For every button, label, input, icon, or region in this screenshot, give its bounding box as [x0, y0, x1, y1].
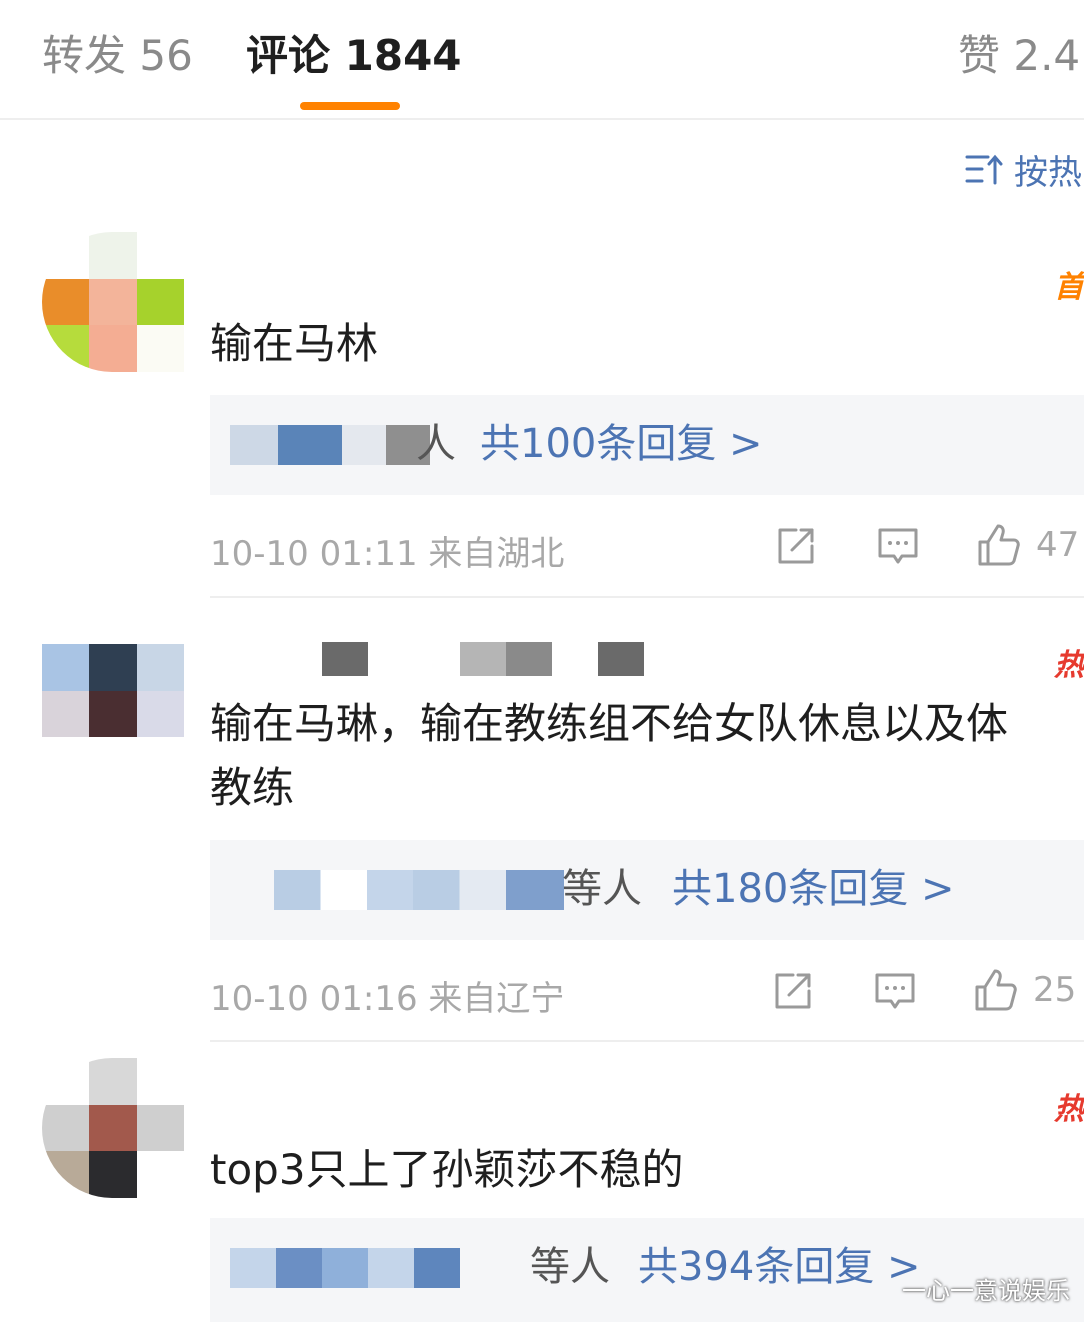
reply-count-link[interactable]: 共180条回复 > — [672, 864, 955, 914]
like-icon — [975, 969, 1017, 1011]
divider — [210, 1040, 1084, 1042]
like-icon — [978, 524, 1020, 566]
comment-text: top3只上了孙颖莎不稳的 — [210, 1145, 684, 1194]
reply-suffix: 等人 — [562, 866, 642, 912]
reply-preview[interactable]: 人 共100条回复 > — [210, 395, 1084, 495]
reply-preview[interactable]: 等人 共180条回复 > — [210, 840, 1084, 940]
masked-username — [274, 870, 564, 910]
comment-meta: 10-10 01:11 来自湖北 — [210, 534, 565, 574]
tab-bar: 转发 56 评论 1844 赞 2.4 — [0, 0, 1084, 120]
avatar[interactable] — [42, 1058, 184, 1198]
reply-suffix: 等人 — [530, 1244, 610, 1290]
comment-button[interactable] — [876, 524, 920, 568]
active-tab-indicator — [300, 102, 400, 110]
avatar[interactable] — [42, 644, 184, 784]
like-count: 47 — [1036, 525, 1080, 565]
comment-meta: 10-10 01:16 来自辽宁 — [210, 979, 565, 1019]
tab-comment[interactable]: 评论 1844 — [246, 28, 462, 84]
like-button[interactable]: 25 — [973, 967, 1076, 1013]
sort-icon — [965, 154, 1003, 185]
share-icon — [775, 973, 811, 1009]
hot-badge: 热 — [1054, 648, 1084, 683]
reply-suffix: 人 — [416, 421, 456, 467]
comment-text: 输在马琳，输在教练组不给女队休息以及体 教练 — [210, 699, 1009, 812]
sort-label: 按热 — [1014, 152, 1082, 193]
comment-text: 输在马林 — [210, 319, 379, 368]
comment-icon — [875, 973, 915, 1009]
first-badge: 首 — [1054, 270, 1084, 305]
divider — [210, 596, 1084, 598]
share-icon — [778, 528, 814, 564]
tab-repost[interactable]: 转发 56 — [42, 28, 193, 84]
comment-button[interactable] — [873, 969, 917, 1013]
tab-like[interactable]: 赞 2.4 — [958, 28, 1080, 84]
hot-badge: 热 — [1054, 1092, 1084, 1127]
watermark: 一心一意说娱乐 — [902, 1277, 1070, 1305]
comment-icon — [878, 528, 918, 564]
avatar[interactable] — [42, 232, 184, 372]
sort-button[interactable]: 按热 — [964, 146, 1082, 193]
share-button[interactable] — [774, 524, 818, 568]
reply-count-link[interactable]: 共394条回复 > — [638, 1242, 921, 1292]
share-button[interactable] — [771, 969, 815, 1013]
reply-preview[interactable]: 等人 共394条回复 > — [210, 1218, 1084, 1322]
masked-username — [230, 425, 430, 465]
reply-count-link[interactable]: 共100条回复 > — [480, 419, 763, 469]
like-button[interactable]: 47 — [976, 522, 1079, 568]
like-count: 25 — [1033, 970, 1077, 1010]
masked-username — [230, 1248, 460, 1288]
